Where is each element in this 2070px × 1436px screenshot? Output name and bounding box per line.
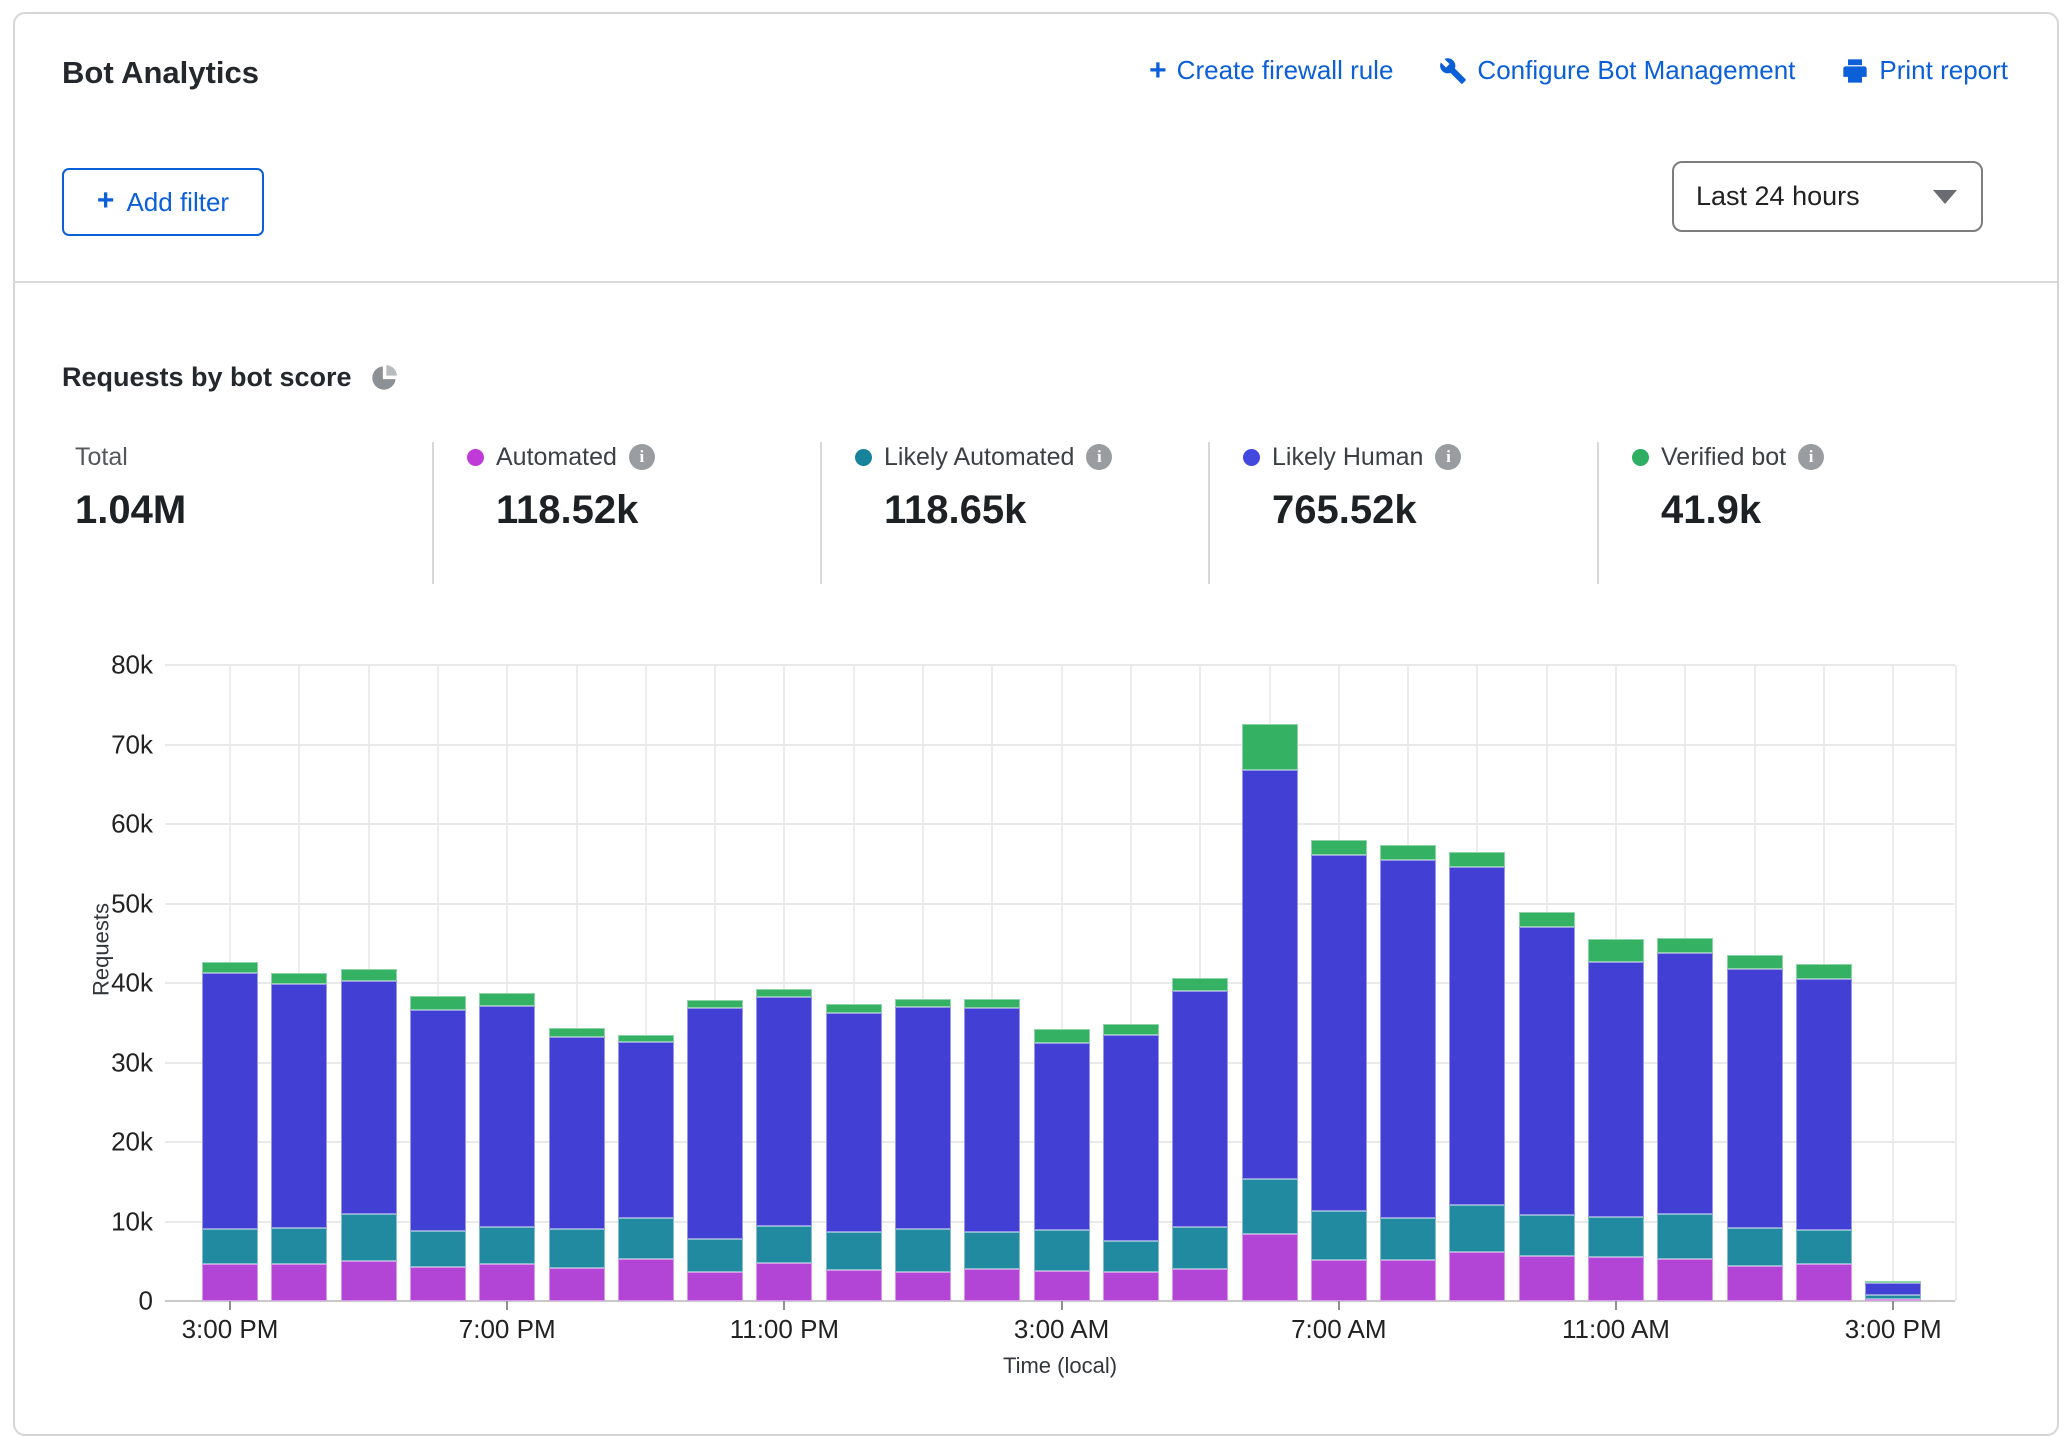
likely-human-legend-dot <box>1243 449 1260 466</box>
print-report-label: Print report <box>1879 55 2008 86</box>
stat-verified-bot-value: 41.9k <box>1661 488 1824 533</box>
stat-likely-human-value: 765.52k <box>1272 488 1461 533</box>
automated-legend-dot <box>467 449 484 466</box>
info-icon[interactable]: i <box>1086 444 1112 470</box>
plus-icon: + <box>1149 56 1167 86</box>
stat-divider <box>820 442 822 584</box>
add-filter-button[interactable]: + Add filter <box>62 168 264 236</box>
header-divider <box>13 281 2057 283</box>
print-report-link[interactable]: Print report <box>1841 55 2008 86</box>
info-icon[interactable]: i <box>629 444 655 470</box>
time-range-value: Last 24 hours <box>1674 181 1933 212</box>
stat-total-label: Total <box>75 443 128 472</box>
page-title: Bot Analytics <box>62 55 259 91</box>
wrench-icon <box>1439 57 1467 85</box>
stat-likely-automated-label: Likely Automated <box>884 443 1074 472</box>
stat-verified-bot: Verified bot i 41.9k <box>1632 440 1824 533</box>
section-title: Requests by bot score <box>62 362 352 393</box>
configure-bot-management-link[interactable]: Configure Bot Management <box>1439 55 1795 86</box>
stat-automated-value: 118.52k <box>496 488 655 533</box>
stat-automated-label: Automated <box>496 443 617 472</box>
stat-divider <box>432 442 434 584</box>
verified-bot-legend-dot <box>1632 449 1649 466</box>
stat-likely-human: Likely Human i 765.52k <box>1243 440 1461 533</box>
printer-icon <box>1841 57 1869 85</box>
create-firewall-rule-link[interactable]: + Create firewall rule <box>1149 55 1393 86</box>
stat-automated: Automated i 118.52k <box>467 440 655 533</box>
stats-row: Total 1.04M Automated i 118.52k Likely A… <box>62 440 2008 590</box>
pie-icon <box>370 364 398 392</box>
create-firewall-rule-label: Create firewall rule <box>1177 55 1394 86</box>
stat-likely-human-label: Likely Human <box>1272 443 1423 472</box>
header-actions: + Create firewall rule Configure Bot Man… <box>1149 55 2008 86</box>
stat-likely-automated: Likely Automated i 118.65k <box>855 440 1112 533</box>
stat-total: Total 1.04M <box>75 440 186 533</box>
stat-verified-bot-label: Verified bot <box>1661 443 1786 472</box>
info-icon[interactable]: i <box>1798 444 1824 470</box>
stat-divider <box>1208 442 1210 584</box>
plus-icon: + <box>97 186 115 216</box>
chevron-down-icon <box>1933 190 1957 204</box>
add-filter-label: Add filter <box>126 187 229 218</box>
stat-likely-automated-value: 118.65k <box>884 488 1112 533</box>
stat-total-value: 1.04M <box>75 488 186 533</box>
configure-bot-management-label: Configure Bot Management <box>1477 55 1795 86</box>
time-range-select[interactable]: Last 24 hours <box>1672 161 1983 232</box>
stat-divider <box>1597 442 1599 584</box>
info-icon[interactable]: i <box>1435 444 1461 470</box>
likely-automated-legend-dot <box>855 449 872 466</box>
